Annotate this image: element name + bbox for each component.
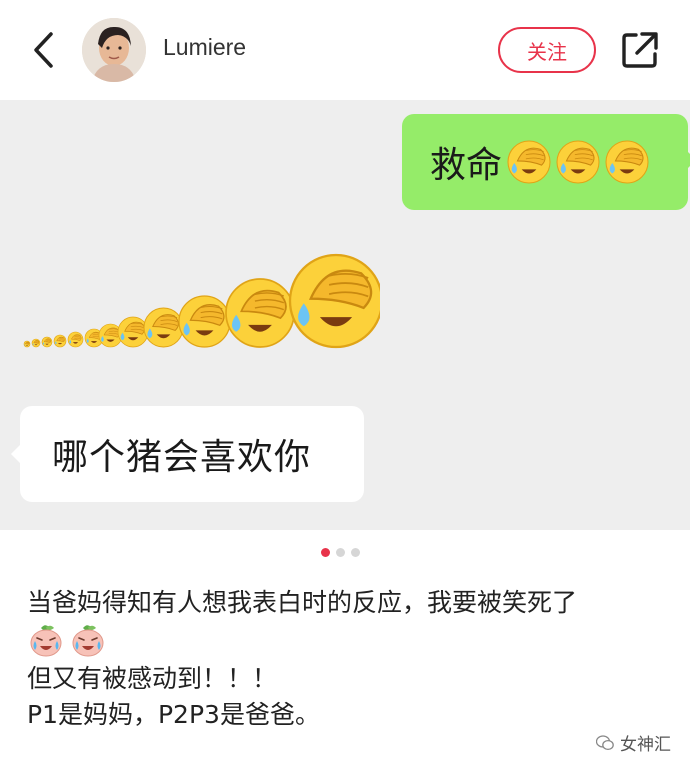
facepalm-cry-emoji — [507, 140, 551, 184]
facepalm-cry-emoji — [117, 316, 149, 348]
facepalm-cry-emoji — [605, 140, 649, 184]
crying-peach-emoji — [72, 625, 104, 657]
chat-screenshot[interactable]: 救命 哪个猪会喜欢你 — [0, 100, 690, 530]
follow-button[interactable]: 关注 — [498, 27, 596, 73]
share-button[interactable] — [620, 30, 660, 70]
facepalm-cry-emoji — [556, 140, 600, 184]
share-icon — [622, 32, 658, 68]
facepalm-cry-emoji — [23, 340, 31, 348]
post-caption: 当爸妈得知有人想我表白时的反应，我要被笑死了 但又有被感动到！！！ P1是妈妈，… — [27, 585, 677, 733]
back-button[interactable] — [26, 30, 60, 70]
chevron-left-icon — [34, 32, 53, 68]
facepalm-cry-emoji — [67, 331, 84, 348]
caption-line-4: P1是妈妈，P2P3是爸爸。 — [27, 700, 320, 729]
watermark: 女神汇 — [596, 730, 671, 755]
right-message-text: 救命 — [430, 145, 503, 186]
avatar[interactable] — [82, 18, 146, 82]
facepalm-cry-emoji — [605, 140, 649, 184]
facepalm-cry-emoji — [288, 253, 380, 349]
peach-emoji-row — [27, 621, 677, 661]
facepalm-cry-emoji — [556, 140, 600, 184]
pager-dot[interactable] — [336, 548, 345, 557]
facepalm-cry-emoji — [53, 334, 67, 348]
right-emoji-row — [506, 139, 650, 185]
crying-peach-emoji — [30, 625, 62, 657]
facepalm-cry-emoji — [41, 336, 53, 348]
emoji-trail — [23, 253, 380, 349]
facepalm-cry-emoji — [143, 307, 184, 348]
left-message-text: 哪个猪会喜欢你 — [52, 437, 312, 478]
username[interactable]: Lumiere — [163, 34, 246, 61]
post-header: Lumiere 关注 — [0, 0, 690, 100]
facepalm-cry-emoji — [31, 338, 41, 348]
pager-dot[interactable] — [351, 548, 360, 557]
caption-line-1: 当爸妈得知有人想我表白时的反应，我要被笑死了 — [27, 588, 578, 617]
facepalm-cry-emoji — [507, 140, 551, 184]
pager-dot[interactable] — [321, 548, 330, 557]
chat-bubble-left: 哪个猪会喜欢你 — [11, 406, 364, 502]
watermark-text: 女神汇 — [620, 735, 671, 755]
wechat-logo-icon — [596, 734, 614, 750]
image-pager[interactable] — [321, 548, 360, 557]
facepalm-cry-emoji — [225, 278, 295, 348]
facepalm-cry-emoji — [178, 295, 231, 348]
chat-bubble-right: 救命 — [402, 114, 690, 210]
caption-line-3: 但又有被感动到！！！ — [27, 664, 278, 693]
